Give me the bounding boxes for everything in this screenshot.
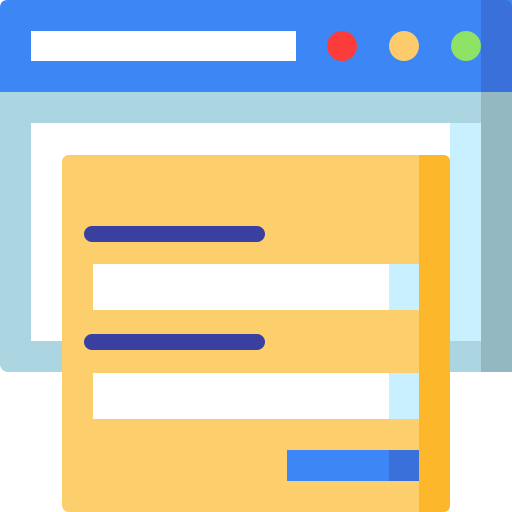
web-form-window-icon xyxy=(0,0,512,512)
maximize-dot-icon[interactable] xyxy=(451,31,481,61)
input-field-2[interactable] xyxy=(93,373,419,419)
submit-button-shade xyxy=(389,450,419,481)
viewport-edge xyxy=(450,123,481,341)
input-field-2-edge xyxy=(389,373,419,419)
form-card-shade xyxy=(419,155,450,512)
title-bar-shade xyxy=(481,0,512,92)
input-field-1[interactable] xyxy=(93,264,419,310)
input-field-1-edge xyxy=(389,264,419,310)
minimize-dot-icon[interactable] xyxy=(389,31,419,61)
form-card-group xyxy=(62,155,450,512)
address-field[interactable] xyxy=(31,31,296,61)
close-dot-icon[interactable] xyxy=(327,31,357,61)
